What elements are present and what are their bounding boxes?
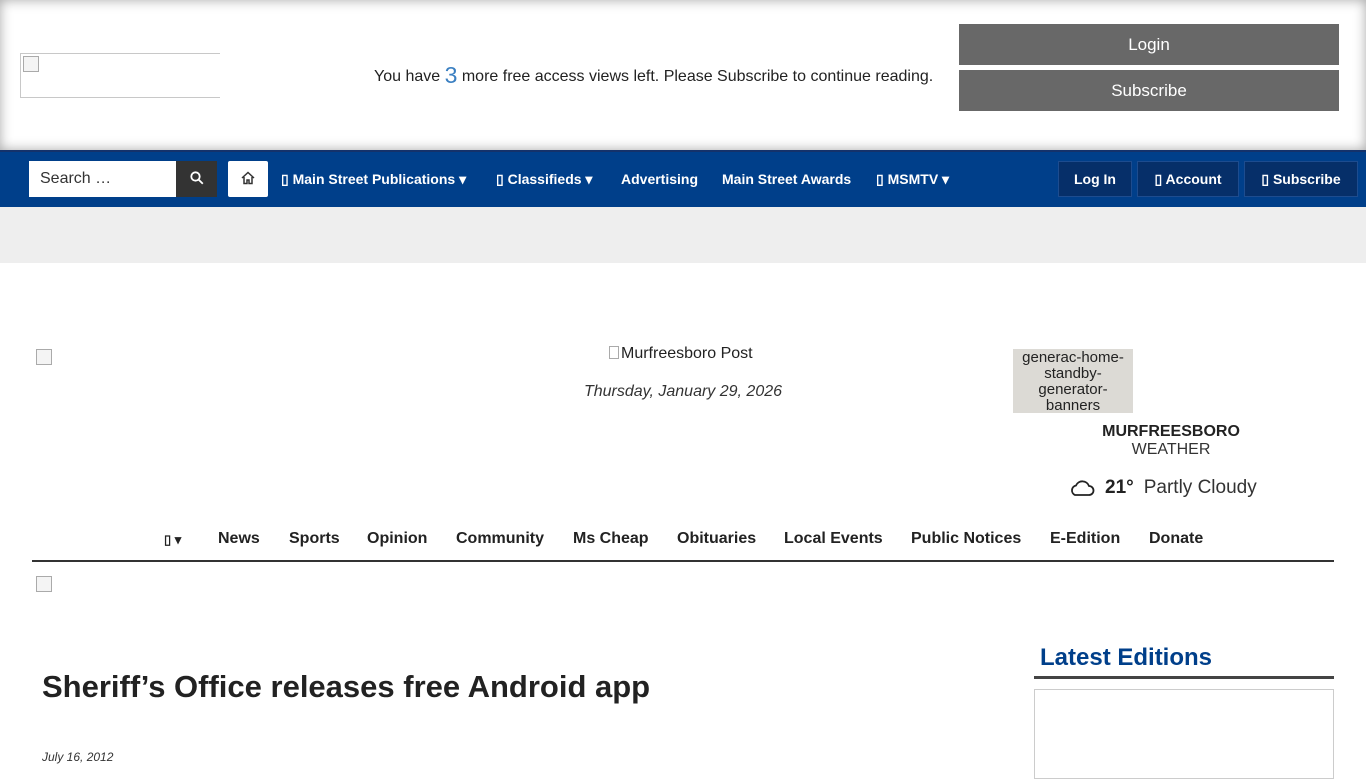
account-button[interactable]: ▯ Account [1137, 161, 1239, 197]
current-date: Thursday, January 29, 2026 [583, 383, 783, 400]
site-logo[interactable]: Murfreesboro Post [609, 345, 753, 363]
bars-icon: ▯ [164, 532, 172, 547]
nav-label: Main Street Publications ▾ [292, 171, 467, 187]
weather-temperature: 21° [1105, 477, 1134, 498]
latest-editions-heading: Latest Editions [1040, 644, 1213, 671]
tag-icon: ▯ [496, 171, 504, 187]
building-icon: ▯ [281, 171, 289, 187]
sidebar-ad-image[interactable]: generac-home-standby-generator-banners [1013, 349, 1133, 414]
home-button[interactable] [228, 161, 268, 197]
site-logo-alt-text: Murfreesboro Post [621, 345, 753, 362]
user-icon: ▯ [1154, 171, 1163, 187]
newspaper-icon: ▯ [1261, 171, 1270, 187]
section-obituaries[interactable]: Obituaries [677, 530, 756, 548]
paywall-subscribe-button[interactable]: Subscribe [959, 70, 1339, 111]
home-icon [241, 171, 255, 185]
search-button[interactable] [176, 161, 217, 197]
nav-msmtv[interactable]: ▯ MSMTV ▾ [876, 171, 949, 188]
paywall-banner: You have 3 more free access views left. … [0, 0, 1366, 150]
subscribe-label: Subscribe [1272, 171, 1341, 187]
section-ms-cheap[interactable]: Ms Cheap [573, 530, 649, 548]
paywall-message-end: more free access views left. Please Subs… [461, 68, 934, 85]
section-menu-toggle[interactable]: ▯ ▾ [164, 532, 181, 548]
log-in-button[interactable]: Log In [1058, 161, 1132, 197]
nav-label: MSMTV ▾ [887, 171, 950, 187]
top-navbar: Search … ▯ Main Street Publications ▾ ▯ … [0, 150, 1366, 207]
nav-main-street-publications[interactable]: ▯ Main Street Publications ▾ [281, 171, 466, 188]
subscribe-button[interactable]: ▯ Subscribe [1244, 161, 1358, 197]
weather-condition: Partly Cloudy [1143, 477, 1257, 498]
section-e-edition[interactable]: E-Edition [1050, 530, 1120, 548]
article-headline: Sheriff’s Office releases free Android a… [42, 669, 651, 704]
section-navbar: ▯ ▾ News Sports Opinion Community Ms Che… [32, 527, 1334, 562]
cloud-icon [1071, 480, 1095, 496]
search-input[interactable]: Search … [29, 161, 176, 197]
article-date: July 16, 2012 [42, 750, 114, 764]
leaderboard-ad-image [36, 576, 52, 592]
weather-label: WEATHER [1131, 441, 1211, 458]
account-label: Account [1165, 171, 1222, 187]
views-left-count: 3 [444, 62, 458, 88]
search-icon [189, 171, 203, 185]
nav-main-street-awards[interactable]: Main Street Awards [722, 171, 851, 187]
tv-icon: ▯ [876, 171, 884, 187]
section-community[interactable]: Community [456, 530, 544, 548]
weather-city: MURFREESBORO [1102, 423, 1240, 440]
section-local-events[interactable]: Local Events [784, 530, 883, 548]
nav-advertising[interactable]: Advertising [621, 171, 698, 187]
section-donate[interactable]: Donate [1149, 530, 1203, 548]
latest-editions-panel[interactable] [1034, 689, 1334, 779]
section-public-notices[interactable]: Public Notices [911, 530, 1021, 548]
weather-widget[interactable]: 21° Partly Cloudy [1069, 475, 1257, 501]
latest-editions-divider [1034, 676, 1334, 679]
section-opinion[interactable]: Opinion [367, 530, 427, 548]
broken-image-icon [23, 56, 39, 72]
paywall-message: You have 3 more free access views left. … [374, 62, 933, 89]
broken-image-icon [609, 346, 619, 359]
paywall-message-start: You have [374, 68, 441, 85]
section-news[interactable]: News [218, 530, 260, 548]
left-banner-image [36, 349, 52, 365]
section-sports[interactable]: Sports [289, 530, 340, 548]
nav-classifieds[interactable]: ▯ Classifieds ▾ [496, 171, 592, 188]
nav-label: Classifieds ▾ [507, 171, 593, 187]
paywall-logo-image [20, 53, 220, 98]
paywall-login-button[interactable]: Login [959, 24, 1339, 65]
ad-band [0, 207, 1366, 263]
